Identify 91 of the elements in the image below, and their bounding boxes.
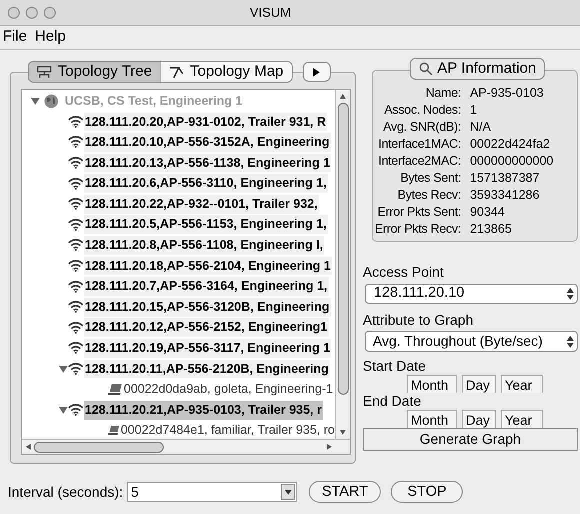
stepper-arrows-icon (567, 288, 574, 300)
stepper-arrows-icon (567, 336, 574, 348)
date-field[interactable]: Day (462, 410, 496, 428)
wifi-icon (68, 239, 84, 252)
network-tree-icon (37, 66, 52, 78)
field-label: Interface1MAC: (378, 136, 462, 153)
zoom-button[interactable] (44, 6, 56, 18)
wifi-icon (68, 198, 84, 210)
field-label: Bytes Recv: (396, 187, 462, 204)
tree-item[interactable]: 128.111.20.10,AP-556-3152A, Engineering (84, 133, 331, 152)
date-field[interactable]: Year (501, 410, 543, 428)
tree-item[interactable]: 00022d7484e1, familiar, Trailer 935, ro (120, 421, 335, 439)
field-label: Assoc. Nodes: (383, 102, 462, 119)
field-value: 00022d424fa2 (470, 136, 552, 153)
tree-item[interactable]: 128.111.20.5,AP-556-1153, Engineering 1, (84, 215, 328, 234)
attribute-label: Attribute to Graph (363, 312, 475, 328)
field-value: 90344 (470, 204, 506, 221)
wifi-icon (68, 322, 84, 334)
field-label: Bytes Sent: (400, 170, 462, 187)
scroll-thumb[interactable] (34, 442, 164, 452)
wifi-icon (68, 116, 84, 128)
field-value: 1 (470, 102, 478, 119)
interval-label: Interval (seconds): (8, 482, 124, 502)
wifi-icon (68, 363, 84, 376)
tab-scroll-button[interactable] (302, 62, 331, 82)
start-date-label: Start Date (363, 358, 428, 374)
tree-item[interactable]: 128.111.20.18,AP-556-2104, Engineering 1 (84, 256, 332, 276)
stop-button[interactable]: STOP (391, 481, 464, 503)
tree-item[interactable]: 128.111.20.19,AP-556-3117, Engineering 1 (84, 339, 332, 358)
expanded-arrow-icon[interactable] (58, 406, 68, 414)
field-label: Interface2MAC: (378, 153, 462, 170)
wifi-icon (68, 404, 84, 416)
date-field[interactable]: Month (407, 410, 457, 428)
start-button[interactable]: START (309, 481, 382, 503)
wifi-icon (68, 218, 84, 231)
scroll-right-arrow-icon[interactable] (327, 444, 332, 450)
field-value: 1571387387 (470, 170, 541, 187)
tree-item[interactable]: 00022d0da9ab, goleta, Engineering-1 (124, 380, 334, 399)
tree-item[interactable]: 128.111.20.8,AP-556-1108, Engineering I, (84, 236, 324, 255)
tab[interactable]: Topology Map (160, 62, 292, 82)
field-value: N/A (470, 119, 492, 136)
tree-item[interactable]: 128.111.20.22,AP-932--0101, Trailer 932, (84, 194, 319, 214)
close-button[interactable] (8, 6, 20, 18)
menu-item[interactable]: File (2, 26, 28, 49)
tree-item[interactable]: 128.111.20.11,AP-556-2120B, Engineering (84, 360, 330, 378)
laptop-icon (108, 424, 121, 438)
tree-item[interactable]: 128.111.20.15,AP-556-3120B, Engineering (84, 298, 331, 317)
horizontal-scrollbar[interactable] (22, 439, 350, 454)
expanded-arrow-icon[interactable] (30, 98, 40, 105)
tree-item[interactable]: 128.111.20.21,AP-935-0103, Trailer 935, r (84, 400, 323, 420)
tree-item[interactable]: 128.111.20.6,AP-556-3110, Engineering 1, (84, 174, 328, 194)
laptop-icon (108, 383, 124, 396)
date-field[interactable]: Day (462, 375, 496, 393)
generate-graph-button[interactable]: Generate Graph (363, 428, 578, 451)
field-value: 3593341286 (470, 187, 541, 204)
access-point-label: Access Point (363, 264, 445, 280)
date-field[interactable]: Month (407, 375, 457, 393)
field-value: AP-935-0103 (470, 85, 545, 102)
wifi-icon (68, 157, 84, 170)
attribute-select[interactable]: Avg. Throughout (Byte/sec) (365, 331, 578, 352)
wifi-icon (68, 260, 84, 272)
expanded-arrow-icon[interactable] (58, 366, 68, 373)
field-label: Avg. SNR(dB): (382, 119, 462, 136)
wifi-icon (68, 342, 84, 354)
menu-item[interactable]: Help (34, 26, 68, 49)
window-title: VISUM (250, 4, 292, 22)
field-label: Error Pkts Recv: (375, 221, 462, 238)
field-label: Name: (424, 85, 462, 102)
access-point-select[interactable]: 128.111.20.10 (365, 284, 578, 304)
minimize-button[interactable] (26, 6, 38, 18)
tree-item[interactable]: 128.111.20.12,AP-556-2152, Engineering1 (84, 318, 329, 338)
end-date-label: End Date (363, 393, 422, 409)
play-arrow-icon (313, 68, 320, 76)
tree-item[interactable]: 128.111.20.13,AP-556-1138, Engineering 1 (84, 154, 332, 172)
ap-information-button[interactable]: AP Information (410, 58, 546, 80)
search-icon (418, 62, 433, 76)
field-label: Error Pkts Sent: (376, 204, 462, 221)
interval-combo-box[interactable]: 5 (127, 482, 298, 502)
scroll-thumb[interactable] (338, 103, 348, 395)
tab[interactable]: Topology Tree (29, 62, 160, 82)
date-field[interactable]: Year (501, 375, 543, 393)
field-value: 000000000000 (470, 153, 554, 170)
field-value: 213865 (470, 221, 513, 238)
wifi-icon (68, 178, 84, 190)
tree-item[interactable]: 128.111.20.7,AP-556-3164, Engineering 1, (84, 277, 329, 296)
wifi-icon (68, 280, 84, 293)
tree-item[interactable]: 128.111.20.20,AP-931-0102, Trailer 931, R (84, 112, 328, 132)
vertical-scrollbar[interactable] (335, 90, 350, 439)
globe-icon (44, 94, 59, 109)
wifi-icon (68, 301, 84, 314)
wifi-icon (68, 136, 84, 148)
